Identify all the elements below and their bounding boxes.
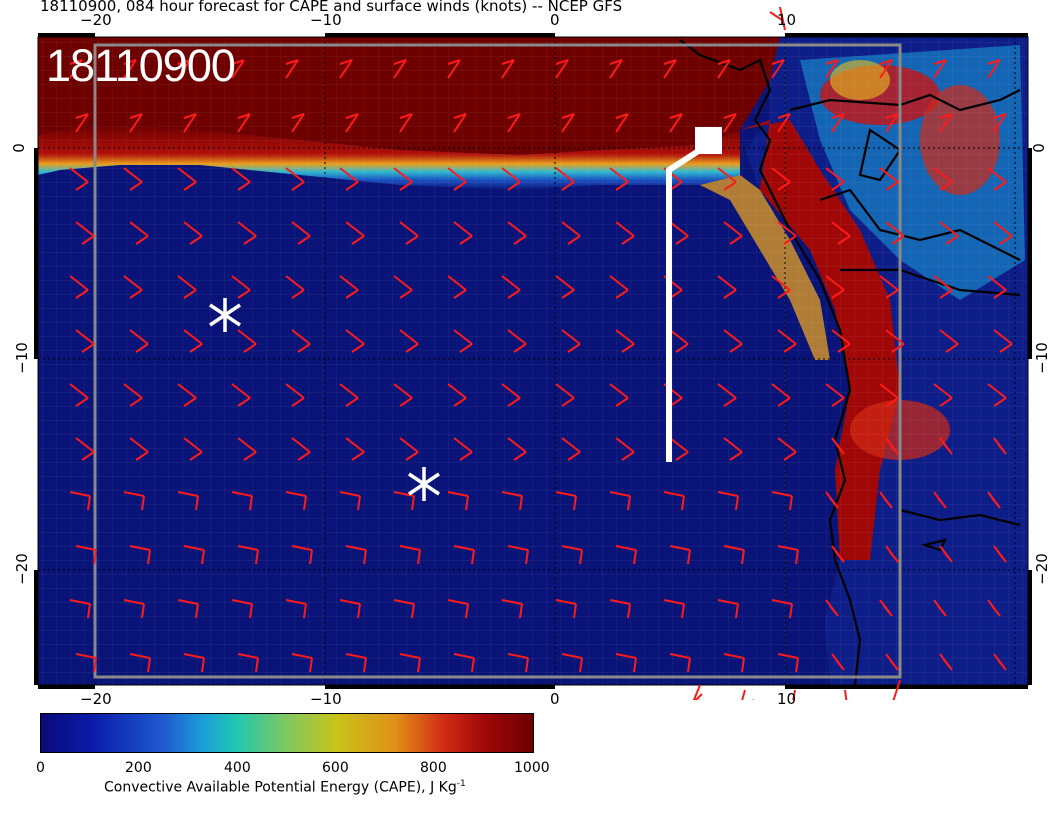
lon-bottom-label: 0 xyxy=(550,690,560,708)
lat-left-label: −20 xyxy=(12,553,31,585)
lon-bottom-label: −10 xyxy=(310,690,342,708)
track-endpoint-marker xyxy=(695,127,722,154)
lat-right-label: −10 xyxy=(1032,342,1051,374)
lon-top-label: −20 xyxy=(80,11,112,29)
lat-left-label: 0 xyxy=(9,143,28,153)
lon-bottom-label: −20 xyxy=(80,690,112,708)
lon-top-label: 10 xyxy=(777,11,797,29)
cape-wind-map xyxy=(34,6,1032,700)
lat-right-label: −20 xyxy=(1032,553,1051,585)
colorbar-label-text: Convective Available Potential Energy (C… xyxy=(104,779,457,796)
cape-colorbar xyxy=(40,713,534,753)
colorbar-tick: 0 xyxy=(36,760,45,776)
colorbar-tick: 800 xyxy=(420,760,447,776)
date-stamp: 18110900 xyxy=(46,40,236,91)
colorbar-tick: 200 xyxy=(125,760,152,776)
colorbar-tick: 1000 xyxy=(514,760,550,776)
colorbar-tick: 400 xyxy=(224,760,251,776)
colorbar-label-superscript: -1 xyxy=(456,779,466,789)
lon-top-label: −10 xyxy=(310,11,342,29)
contour-texture xyxy=(38,37,1028,685)
colorbar-tick: 600 xyxy=(322,760,349,776)
colorbar-label: Convective Available Potential Energy (C… xyxy=(104,776,466,796)
lat-right-label: 0 xyxy=(1029,143,1048,153)
lon-top-label: 0 xyxy=(550,11,560,29)
lon-bottom-label: 10 xyxy=(777,690,797,708)
lat-left-label: −10 xyxy=(12,342,31,374)
